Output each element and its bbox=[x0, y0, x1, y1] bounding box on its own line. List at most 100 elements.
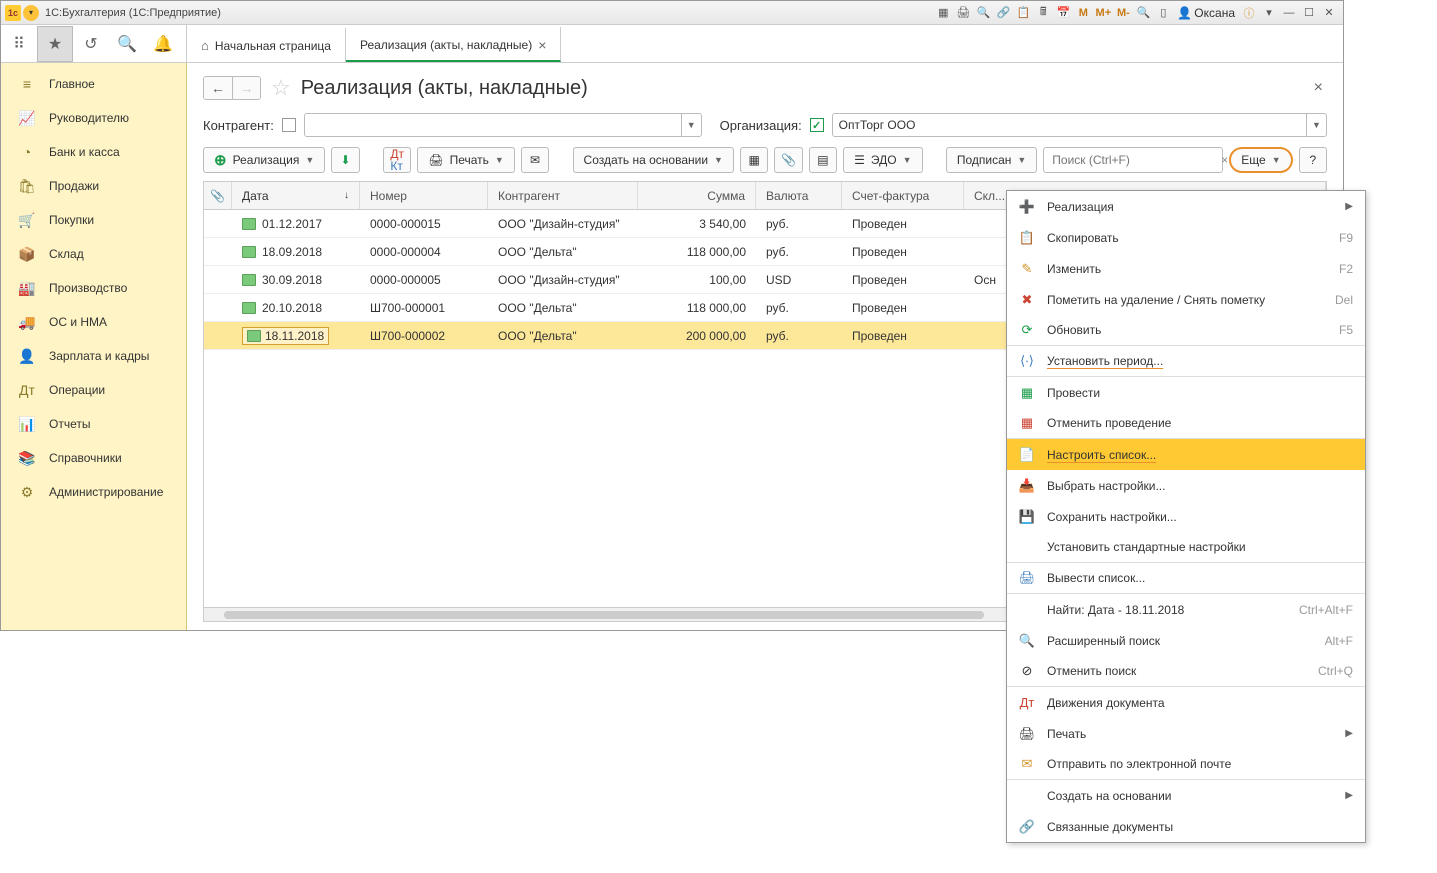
minimize-icon[interactable]: — bbox=[1280, 4, 1298, 22]
create-based-button[interactable]: Создать на основании▼ bbox=[573, 147, 734, 173]
mail-icon: ✉ bbox=[530, 153, 540, 167]
tab-home[interactable]: ⌂ Начальная страница bbox=[187, 28, 346, 62]
menu-item-16[interactable]: ДтДвижения документа bbox=[1007, 687, 1365, 718]
menu-item-5[interactable]: ⟨∙⟩Установить период... bbox=[1007, 346, 1365, 377]
menu-item-14[interactable]: 🔍Расширенный поискAlt+F bbox=[1007, 625, 1365, 656]
sidebar-item-12[interactable]: ⚙Администрирование bbox=[1, 475, 186, 509]
chevron-down-icon: ▼ bbox=[903, 155, 912, 165]
edo-button[interactable]: ☰ЭДО▼ bbox=[843, 147, 922, 173]
memory-mplus[interactable]: M+ bbox=[1094, 4, 1112, 22]
sidebar-icon: 📦 bbox=[19, 246, 35, 262]
memory-mminus[interactable]: M- bbox=[1114, 4, 1132, 22]
menu-item-0[interactable]: ➕Реализация▶ bbox=[1007, 191, 1365, 222]
realize-button[interactable]: ⊕Реализация▼ bbox=[203, 147, 325, 173]
mail-button[interactable]: ✉ bbox=[521, 147, 549, 173]
menu-item-6[interactable]: ▦Провести bbox=[1007, 377, 1365, 408]
search-input[interactable] bbox=[1044, 153, 1215, 167]
col-contragent[interactable]: Контрагент bbox=[488, 182, 638, 209]
menu-item-7[interactable]: ▦Отменить проведение bbox=[1007, 408, 1365, 439]
menu-item-3[interactable]: ✖Пометить на удаление / Снять пометкуDel bbox=[1007, 284, 1365, 315]
sidebar-item-8[interactable]: 👤Зарплата и кадры bbox=[1, 339, 186, 373]
menu-item-9[interactable]: 📥Выбрать настройки... bbox=[1007, 470, 1365, 501]
col-number[interactable]: Номер bbox=[360, 182, 488, 209]
list-button[interactable]: ▤ bbox=[809, 147, 837, 173]
zoom-icon[interactable]: 🔍 bbox=[1134, 4, 1152, 22]
menu-item-20[interactable]: 🔗Связанные документы bbox=[1007, 811, 1365, 842]
menu-item-1[interactable]: 📋СкопироватьF9 bbox=[1007, 222, 1365, 253]
search-box[interactable]: × bbox=[1043, 147, 1223, 173]
contragent-select[interactable]: ▼ bbox=[304, 113, 702, 137]
menu-label: Расширенный поиск bbox=[1047, 634, 1313, 648]
dropdown2-icon[interactable]: ▾ bbox=[1260, 4, 1278, 22]
sidebar-item-7[interactable]: 🚚ОС и НМА bbox=[1, 305, 186, 339]
clipboard-icon[interactable]: 📋 bbox=[1014, 4, 1032, 22]
print-icon[interactable]: 🖨 bbox=[954, 4, 972, 22]
col-sum[interactable]: Сумма bbox=[638, 182, 756, 209]
sidebar-item-11[interactable]: 📚Справочники bbox=[1, 441, 186, 475]
menu-label: Найти: Дата - 18.11.2018 bbox=[1047, 603, 1287, 617]
menu-item-8[interactable]: 📄Настроить список... bbox=[1007, 439, 1365, 470]
favorite-icon[interactable]: ☆ bbox=[271, 75, 291, 101]
signed-button[interactable]: Подписан▼ bbox=[946, 147, 1037, 173]
col-date[interactable]: Дата↓ bbox=[232, 182, 360, 209]
sidebar-item-1[interactable]: 📈Руководителю bbox=[1, 101, 186, 135]
col-currency[interactable]: Валюта bbox=[756, 182, 842, 209]
tab-realization[interactable]: Реализация (акты, накладные) × bbox=[346, 27, 561, 62]
search-nav-icon[interactable]: 🔍 bbox=[109, 26, 145, 62]
org-checkbox[interactable]: ✓ bbox=[810, 118, 824, 132]
menu-item-10[interactable]: 💾Сохранить настройки... bbox=[1007, 501, 1365, 532]
contragent-checkbox[interactable] bbox=[282, 118, 296, 132]
calc-icon[interactable]: 🖩 bbox=[1034, 4, 1052, 22]
menu-item-19[interactable]: Создать на основании▶ bbox=[1007, 780, 1365, 811]
refresh-button[interactable]: ⬇ bbox=[331, 147, 359, 173]
bell-icon[interactable]: 🔔 bbox=[145, 26, 181, 62]
sidebar-item-10[interactable]: 📊Отчеты bbox=[1, 407, 186, 441]
sidebar-item-3[interactable]: 🛍Продажи bbox=[1, 169, 186, 203]
back-button[interactable]: ← bbox=[204, 77, 232, 99]
menu-shortcut: F5 bbox=[1339, 323, 1353, 337]
page-close-icon[interactable]: × bbox=[1310, 75, 1327, 101]
menu-item-18[interactable]: ✉Отправить по электронной почте bbox=[1007, 749, 1365, 780]
sidebar-item-2[interactable]: ◔Банк и касса bbox=[1, 135, 186, 169]
help-button[interactable]: ? bbox=[1299, 147, 1327, 173]
sidebar-item-4[interactable]: 🛒Покупки bbox=[1, 203, 186, 237]
search-icon[interactable]: 🔍 bbox=[974, 4, 992, 22]
more-button[interactable]: Еще▼ bbox=[1229, 147, 1292, 173]
calendar-icon[interactable]: 📅 bbox=[1054, 4, 1072, 22]
sidebar-item-9[interactable]: ДтОперации bbox=[1, 373, 186, 407]
star-icon[interactable]: ★ bbox=[37, 26, 73, 62]
sidebar-icon: 🛒 bbox=[19, 212, 35, 228]
tab-close-icon[interactable]: × bbox=[538, 37, 546, 53]
print-button[interactable]: 🖨Печать▼ bbox=[417, 147, 514, 173]
cell-date: 20.10.2018 bbox=[232, 296, 360, 320]
col-invoice[interactable]: Счет-фактура bbox=[842, 182, 964, 209]
user-label[interactable]: 👤Оксана bbox=[1177, 6, 1235, 20]
menu-item-11[interactable]: Установить стандартные настройки bbox=[1007, 532, 1365, 563]
menu-item-4[interactable]: ⟳ОбновитьF5 bbox=[1007, 315, 1365, 346]
related-button[interactable]: ▦ bbox=[740, 147, 768, 173]
menu-item-17[interactable]: 🖨Печать▶ bbox=[1007, 718, 1365, 749]
maximize-icon[interactable]: ☐ bbox=[1300, 4, 1318, 22]
info-icon[interactable]: ⓘ bbox=[1240, 4, 1258, 22]
menu-item-2[interactable]: ✎ИзменитьF2 bbox=[1007, 253, 1365, 284]
toolbar-icon[interactable]: ▦ bbox=[934, 4, 952, 22]
menu-item-13[interactable]: Найти: Дата - 18.11.2018Ctrl+Alt+F bbox=[1007, 594, 1365, 625]
history-icon[interactable]: ↺ bbox=[73, 26, 109, 62]
sidebar-item-5[interactable]: 📦Склад bbox=[1, 237, 186, 271]
sidebar-item-0[interactable]: ≡Главное bbox=[1, 67, 186, 101]
close-icon[interactable]: ✕ bbox=[1320, 4, 1338, 22]
panel-icon[interactable]: ▯ bbox=[1154, 4, 1172, 22]
link-icon[interactable]: 🔗 bbox=[994, 4, 1012, 22]
dtkt-button[interactable]: ДтКт bbox=[383, 147, 411, 173]
memory-m[interactable]: M bbox=[1074, 4, 1092, 22]
cell-attach bbox=[204, 219, 232, 229]
org-select[interactable]: ОптТорг ООО ▼ bbox=[832, 113, 1327, 137]
apps-icon[interactable]: ⠿ bbox=[1, 26, 37, 62]
dropdown-icon[interactable]: ▾ bbox=[23, 5, 39, 21]
sidebar-label: Справочники bbox=[49, 451, 122, 465]
forward-button[interactable]: → bbox=[232, 77, 260, 99]
menu-item-12[interactable]: 🖨Вывести список... bbox=[1007, 563, 1365, 594]
attach-button[interactable]: 📎 bbox=[774, 147, 802, 173]
col-attach[interactable]: 📎 bbox=[204, 182, 232, 209]
sidebar-item-6[interactable]: 🏭Производство bbox=[1, 271, 186, 305]
